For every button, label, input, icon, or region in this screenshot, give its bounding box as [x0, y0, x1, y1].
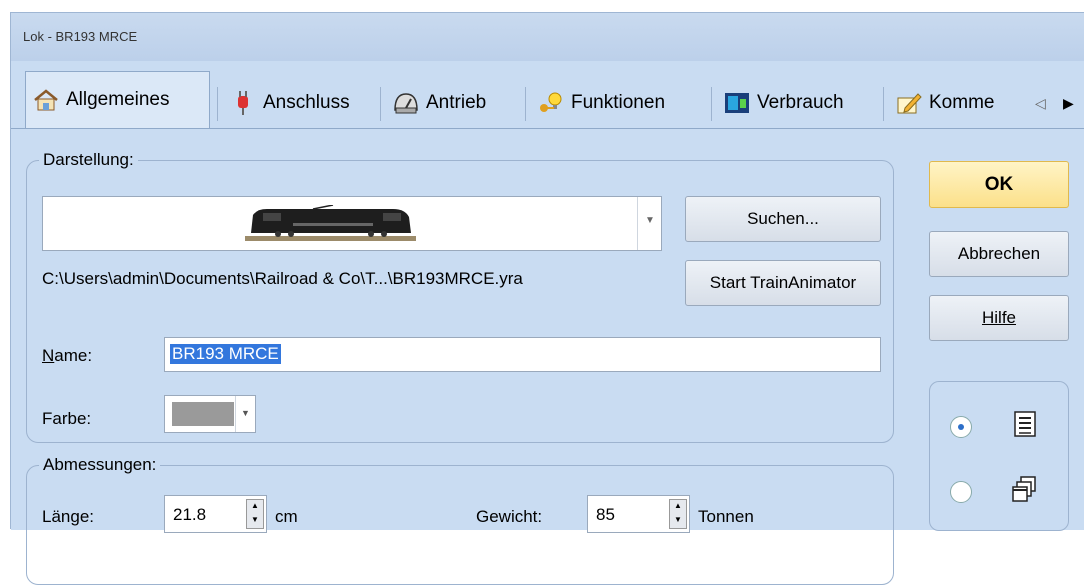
radio-selected-dot: [958, 424, 964, 430]
window-title: Lok - BR193 MRCE: [23, 29, 138, 44]
ok-button-label: OK: [984, 173, 1014, 195]
bulb-key-icon: [537, 90, 565, 116]
search-button[interactable]: Suchen...: [685, 196, 881, 242]
weight-value: 85: [596, 505, 615, 524]
length-value: 21.8: [173, 505, 207, 524]
name-input[interactable]: BR193 MRCE: [164, 337, 881, 372]
engine-icon: [392, 90, 420, 116]
view-list-radio[interactable]: [950, 416, 972, 438]
color-swatch: [172, 402, 234, 426]
tab-content: Darstellung: ▼ Suchen... C:\Users\admin\…: [11, 128, 1084, 585]
spin-down-icon[interactable]: ▼: [251, 515, 259, 524]
image-combobox[interactable]: ▼: [42, 196, 662, 251]
abmessungen-group: [26, 465, 894, 585]
tab-verbrauch[interactable]: Verbrauch: [717, 79, 850, 127]
plug-icon: [229, 90, 257, 116]
tab-scroll-left-icon[interactable]: ◁: [1035, 95, 1046, 112]
list-view-icon: [1013, 410, 1037, 443]
cancel-button[interactable]: Abbrechen: [929, 231, 1069, 277]
trainanimator-button-label: Start TrainAnimator: [709, 273, 857, 292]
tab-label: Allgemeines: [66, 89, 170, 110]
tab-separator: [525, 87, 526, 121]
tab-kommentar[interactable]: Komme: [889, 79, 1000, 127]
chevron-down-icon: ▼: [645, 215, 655, 226]
name-label: Name:: [42, 346, 93, 365]
weight-stepper[interactable]: 85 ▲ ▼: [587, 495, 690, 533]
pencil-note-icon: [895, 90, 923, 116]
weight-unit: Tonnen: [698, 507, 754, 526]
weight-label: Gewicht:: [476, 507, 543, 526]
tab-label: Antrieb: [426, 92, 487, 113]
color-label: Farbe:: [42, 409, 92, 428]
ok-button[interactable]: OK: [929, 161, 1069, 208]
tab-separator: [883, 87, 884, 121]
tab-label: Funktionen: [571, 92, 666, 113]
image-dropdown-button[interactable]: ▼: [637, 197, 661, 250]
start-trainanimator-button[interactable]: Start TrainAnimator: [685, 260, 881, 306]
house-settings-icon: [32, 87, 60, 113]
image-path: C:\Users\admin\Documents\Railroad & Co\T…: [42, 269, 523, 288]
tab-allgemeines[interactable]: Allgemeines: [25, 71, 210, 129]
darstellung-legend: Darstellung:: [39, 150, 138, 170]
help-button[interactable]: Hilfe: [929, 295, 1069, 341]
cascade-windows-icon: [1011, 475, 1037, 508]
fuel-icon: [723, 90, 751, 116]
tab-label: Anschluss: [263, 92, 350, 113]
view-options-group: [929, 381, 1069, 531]
spin-up-icon[interactable]: ▲: [251, 501, 259, 510]
tab-separator: [217, 87, 218, 121]
tab-separator: [380, 87, 381, 121]
tab-label: Verbrauch: [757, 92, 844, 113]
spin-down-icon[interactable]: ▼: [674, 515, 682, 524]
cancel-button-label: Abbrechen: [957, 244, 1041, 263]
tab-label: Komme: [929, 92, 995, 113]
spin-up-icon[interactable]: ▲: [674, 501, 682, 510]
color-dropdown-button[interactable]: ▼: [235, 396, 255, 432]
length-unit: cm: [275, 507, 298, 526]
locomotive-image: [243, 204, 418, 248]
help-button-label: Hilfe: [981, 308, 1016, 327]
dialog-window: Lok - BR193 MRCE Allgemeines Anschluss A…: [10, 12, 1084, 585]
view-cascade-radio[interactable]: [950, 481, 972, 503]
abmessungen-legend: Abmessungen:: [39, 455, 161, 475]
color-picker[interactable]: ▼: [164, 395, 256, 433]
tab-funktionen[interactable]: Funktionen: [531, 79, 671, 127]
length-spin-buttons[interactable]: ▲ ▼: [246, 499, 264, 529]
tab-scroll-right-icon[interactable]: ▶: [1063, 95, 1074, 112]
chevron-down-icon: ▼: [241, 408, 250, 418]
tab-separator: [711, 87, 712, 121]
length-label: Länge:: [42, 507, 94, 526]
search-button-label: Suchen...: [747, 209, 819, 228]
length-stepper[interactable]: 21.8 ▲ ▼: [164, 495, 267, 533]
title-bar[interactable]: Lok - BR193 MRCE: [11, 13, 1084, 61]
tab-anschluss[interactable]: Anschluss: [223, 79, 356, 127]
weight-spin-buttons[interactable]: ▲ ▼: [669, 499, 687, 529]
name-input-value: BR193 MRCE: [170, 344, 281, 364]
tab-antrieb[interactable]: Antrieb: [386, 79, 492, 127]
